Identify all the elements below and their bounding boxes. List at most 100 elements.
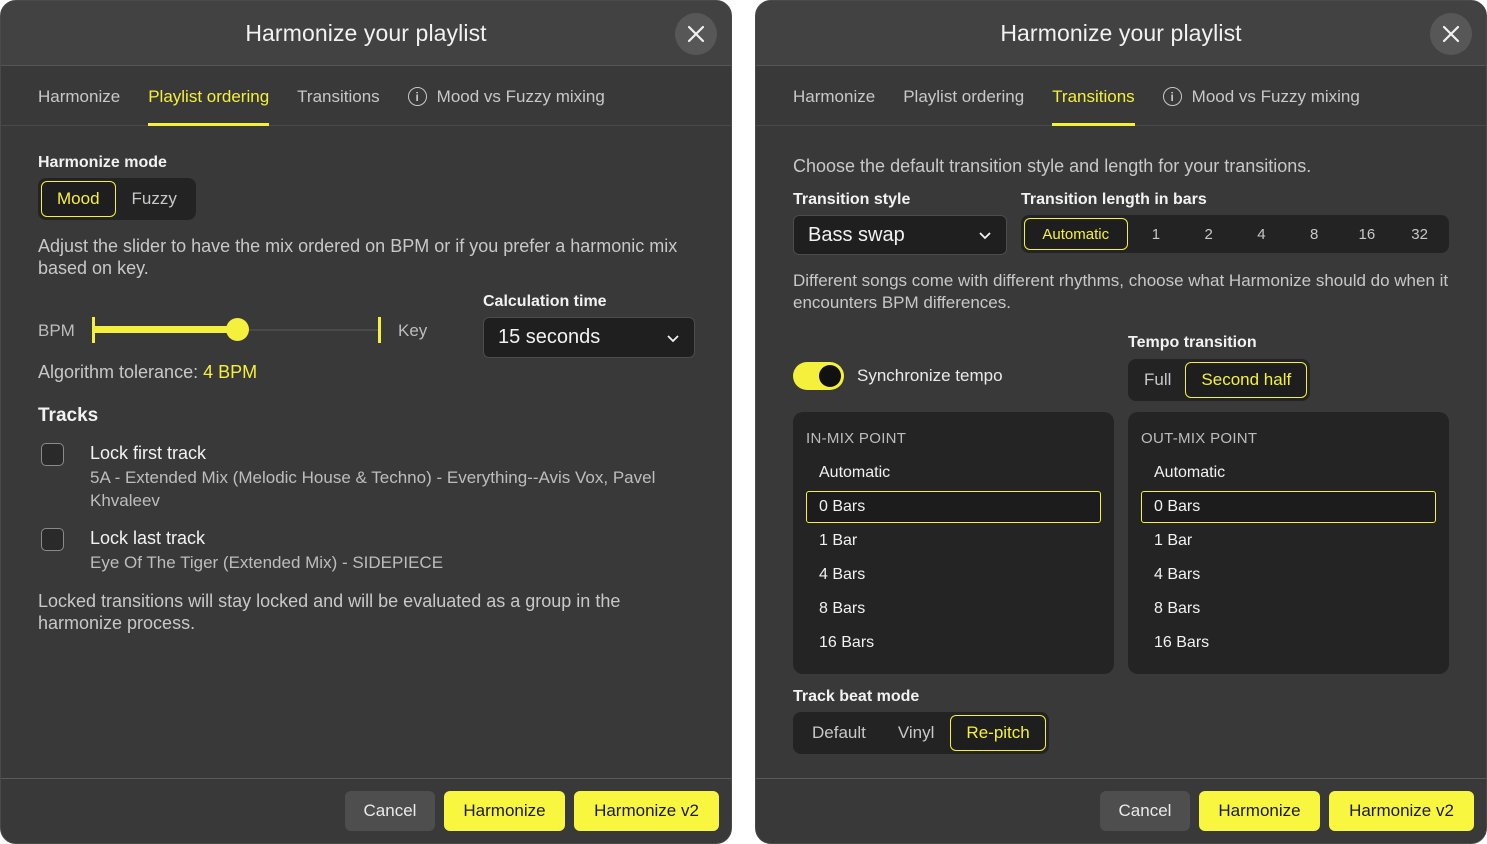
out-mix-option[interactable]: 1 Bar [1141, 525, 1436, 557]
harmonize-v2-button[interactable]: Harmonize v2 [574, 791, 719, 831]
length-option-4[interactable]: 4 [1235, 218, 1288, 250]
playlist-ordering-content: Harmonize mode Mood Fuzzy Adjust the sli… [38, 127, 695, 767]
tab-transitions[interactable]: Transitions [297, 66, 380, 125]
slider-bpm-label: BPM [38, 321, 75, 340]
calculation-time-label: Calculation time [483, 293, 607, 310]
in-mix-option[interactable]: 1 Bar [806, 525, 1101, 557]
in-mix-option[interactable]: Automatic [806, 457, 1101, 489]
mode-mood-option[interactable]: Mood [41, 181, 116, 217]
synchronize-tempo-label: Synchronize tempo [857, 366, 1003, 385]
length-option-8[interactable]: 8 [1288, 218, 1341, 250]
synchronize-tempo-toggle[interactable] [793, 362, 844, 390]
tab-playlist-ordering[interactable]: Playlist ordering [148, 66, 270, 126]
dialog-header: Harmonize your playlist [756, 1, 1486, 66]
out-mix-option[interactable]: 8 Bars [1141, 593, 1436, 625]
harmonize-dialog-playlist-ordering: Harmonize your playlist Harmonize Playli… [0, 0, 732, 844]
dialog-header: Harmonize your playlist [1, 1, 731, 66]
out-mix-option[interactable]: Automatic [1141, 457, 1436, 489]
in-mix-options: Automatic 0 Bars 1 Bar 4 Bars 8 Bars 16 … [806, 457, 1101, 661]
cancel-button[interactable]: Cancel [1100, 791, 1190, 831]
slider-thumb[interactable] [225, 318, 249, 341]
lock-last-track-checkbox[interactable] [41, 528, 64, 551]
tab-harmonize[interactable]: Harmonize [38, 66, 120, 125]
info-icon: i [1162, 87, 1182, 106]
chevron-down-icon [978, 228, 992, 242]
toggle-knob [819, 365, 841, 387]
rhythm-note: Different songs come with different rhyt… [793, 271, 1449, 312]
transition-style-select[interactable]: Bass swap [793, 215, 1007, 255]
dialog-title: Harmonize your playlist [1000, 19, 1242, 46]
dialog-footer: Cancel Harmonize Harmonize v2 [1, 778, 731, 843]
length-option-1[interactable]: 1 [1130, 218, 1183, 250]
tolerance-label: Algorithm tolerance: [38, 362, 199, 382]
tab-harmonize[interactable]: Harmonize [793, 66, 875, 125]
lock-last-track-subtitle: Eye Of The Tiger (Extended Mix) - SIDEPI… [90, 553, 444, 572]
locked-note: Locked transitions will stay locked and … [38, 591, 621, 633]
tempo-second-half-option[interactable]: Second half [1185, 362, 1308, 398]
harmonize-mode-label: Harmonize mode [38, 154, 167, 171]
harmonize-button[interactable]: Harmonize [1199, 791, 1320, 831]
slider-key-label: Key [398, 321, 428, 340]
slider-fill [93, 326, 237, 333]
algorithm-tolerance: Algorithm tolerance: 4 BPM [38, 361, 257, 383]
chevron-down-icon [666, 331, 680, 345]
tab-transitions[interactable]: Transitions [1052, 66, 1135, 126]
lock-first-track-checkbox[interactable] [41, 443, 64, 466]
tab-label: Mood vs Fuzzy mixing [436, 86, 605, 106]
info-icon: i [407, 87, 427, 106]
in-mix-option[interactable]: 4 Bars [806, 559, 1101, 591]
in-mix-option[interactable]: 8 Bars [806, 593, 1101, 625]
dialog-footer: Cancel Harmonize Harmonize v2 [756, 778, 1486, 843]
transitions-content: Choose the default transition style and … [793, 127, 1449, 767]
tab-label: Transitions [1052, 86, 1135, 106]
in-mix-point-title: IN-MIX POINT [806, 430, 907, 447]
slider-description: Adjust the slider to have the mix ordere… [38, 236, 678, 278]
beat-mode-default-option[interactable]: Default [796, 715, 882, 751]
length-option-automatic[interactable]: Automatic [1024, 218, 1128, 250]
length-option-2[interactable]: 2 [1182, 218, 1235, 250]
harmonize-mode-segment: Mood Fuzzy [38, 178, 196, 220]
tolerance-value: 4 BPM [203, 362, 258, 382]
tab-label: Playlist ordering [148, 86, 270, 106]
cancel-button[interactable]: Cancel [345, 791, 435, 831]
dialog-title: Harmonize your playlist [245, 19, 487, 46]
harmonize-v2-button[interactable]: Harmonize v2 [1329, 791, 1474, 831]
tempo-transition-label: Tempo transition [1128, 334, 1257, 351]
out-mix-options: Automatic 0 Bars 1 Bar 4 Bars 8 Bars 16 … [1141, 457, 1436, 661]
transition-length-label: Transition length in bars [1021, 191, 1207, 208]
tab-mood-vs-fuzzy[interactable]: i Mood vs Fuzzy mixing [1162, 66, 1360, 125]
lock-first-track-title: Lock first track [90, 443, 207, 463]
length-option-16[interactable]: 16 [1341, 218, 1394, 250]
tab-label: Harmonize [793, 86, 876, 106]
slider-start-cap [92, 317, 95, 343]
transitions-intro: Choose the default transition style and … [793, 156, 1312, 176]
out-mix-point-title: OUT-MIX POINT [1141, 430, 1258, 447]
tempo-full-option[interactable]: Full [1131, 362, 1185, 398]
transition-style-value: Bass swap [808, 223, 905, 246]
out-mix-option[interactable]: 4 Bars [1141, 559, 1436, 591]
mode-fuzzy-option[interactable]: Fuzzy [116, 181, 193, 217]
beat-mode-repitch-option[interactable]: Re-pitch [950, 715, 1046, 751]
out-mix-option[interactable]: 0 Bars [1141, 491, 1436, 523]
close-icon [1442, 25, 1460, 43]
out-mix-point-panel: OUT-MIX POINT Automatic 0 Bars 1 Bar 4 B… [1128, 412, 1449, 674]
beat-mode-vinyl-option[interactable]: Vinyl [882, 715, 951, 751]
tracks-heading: Tracks [38, 405, 99, 426]
out-mix-option[interactable]: 16 Bars [1141, 627, 1436, 659]
close-button[interactable] [1430, 13, 1472, 55]
tab-mood-vs-fuzzy[interactable]: i Mood vs Fuzzy mixing [407, 66, 605, 125]
harmonize-dialog-transitions: Harmonize your playlist Harmonize Playli… [755, 0, 1487, 844]
transition-style-label: Transition style [793, 191, 911, 208]
bpm-key-slider[interactable]: BPM Key [38, 309, 458, 349]
calculation-time-select[interactable]: 15 seconds [483, 317, 695, 358]
in-mix-option[interactable]: 16 Bars [806, 627, 1101, 659]
calculation-time-value: 15 seconds [498, 326, 601, 348]
in-mix-point-panel: IN-MIX POINT Automatic 0 Bars 1 Bar 4 Ba… [793, 412, 1114, 674]
tab-playlist-ordering[interactable]: Playlist ordering [903, 66, 1024, 125]
close-button[interactable] [675, 13, 717, 55]
length-option-32[interactable]: 32 [1393, 218, 1446, 250]
harmonize-button[interactable]: Harmonize [444, 791, 565, 831]
tab-label: Mood vs Fuzzy mixing [1191, 86, 1360, 106]
in-mix-option[interactable]: 0 Bars [806, 491, 1101, 523]
track-beat-mode-label: Track beat mode [793, 688, 920, 705]
